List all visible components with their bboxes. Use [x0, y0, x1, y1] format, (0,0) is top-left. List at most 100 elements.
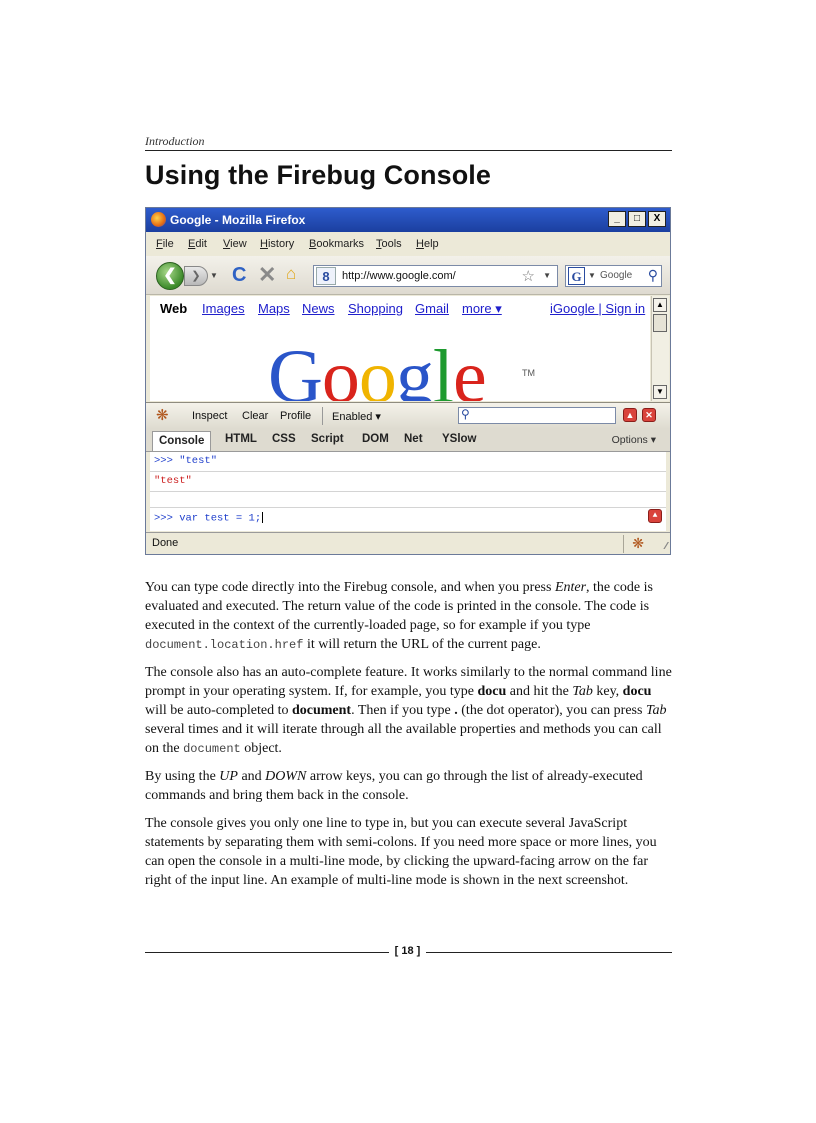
nav-images-link[interactable]: Images: [202, 301, 245, 316]
console-input-line[interactable]: >>> var test = 1;: [154, 512, 264, 524]
tab-net[interactable]: Net: [404, 433, 423, 445]
text-run: and hit the: [506, 684, 573, 699]
text-run: key,: [592, 684, 623, 699]
bold-document: document: [291, 703, 352, 718]
emphasis-down: DOWN: [265, 769, 307, 784]
scroll-down-icon[interactable]: ▼: [653, 385, 667, 399]
firebug-search-input[interactable]: ⚲: [458, 407, 616, 424]
header-rule: [145, 150, 672, 151]
text-run: will be auto-completed to: [145, 703, 292, 718]
nav-shopping-link[interactable]: Shopping: [348, 301, 403, 316]
running-head: Introduction: [145, 134, 205, 148]
home-icon[interactable]: ⌂: [286, 264, 296, 284]
code-document-location-href: document.location.href: [145, 638, 304, 652]
maximize-button[interactable]: □: [628, 211, 646, 227]
google-logo: Google: [268, 334, 487, 401]
logo-letter: g: [395, 335, 434, 401]
firefox-icon: [151, 212, 166, 227]
menu-view[interactable]: View: [223, 238, 247, 250]
menu-file[interactable]: File: [156, 238, 174, 250]
emphasis-tab: Tab: [645, 703, 667, 718]
menu-history[interactable]: History: [260, 238, 294, 250]
navigation-toolbar: ❮ ❯ ▼ C ✕ ⌂ 8 http://www.google.com/ ☆ ▼…: [146, 256, 670, 295]
menu-edit[interactable]: Edit: [188, 238, 207, 250]
window-title: Google - Mozilla Firefox: [170, 213, 306, 227]
nav-news-link[interactable]: News: [302, 301, 335, 316]
logo-letter: l: [432, 335, 454, 401]
search-icon[interactable]: ⚲: [648, 267, 658, 284]
search-placeholder: Google: [600, 270, 633, 281]
stop-icon[interactable]: ✕: [258, 262, 276, 288]
profile-button[interactable]: Profile: [280, 410, 311, 422]
enabled-dropdown[interactable]: Enabled ▾: [332, 410, 381, 423]
window-buttons: _ □ X: [608, 211, 666, 227]
page-number: [ 18 ]: [394, 945, 421, 957]
firefox-screenshot: Google - Mozilla Firefox _ □ X File Edit…: [145, 207, 671, 555]
chapter-title: Using the Firebug Console: [145, 160, 492, 190]
tab-yslow[interactable]: YSlow: [442, 433, 477, 445]
status-text: Done: [152, 537, 179, 549]
tab-dom[interactable]: DOM: [362, 433, 389, 445]
logo-trademark: TM: [522, 368, 535, 378]
back-button[interactable]: ❮: [156, 262, 184, 290]
text-run: . Then if you type: [351, 703, 455, 718]
tab-html[interactable]: HTML: [225, 433, 257, 445]
text-run: and: [237, 769, 266, 784]
search-input[interactable]: G ▼ Google ⚲: [565, 265, 662, 287]
search-engine-dropdown-icon[interactable]: ▼: [588, 271, 596, 280]
url-input[interactable]: 8 http://www.google.com/ ☆ ▼: [313, 265, 558, 287]
footer-rule-left: [145, 952, 389, 953]
text-run: (the dot operator), you can press: [457, 703, 646, 718]
toolbar-separator: [322, 407, 323, 425]
status-separator: [623, 535, 624, 553]
logo-letter: e: [453, 335, 487, 401]
minimize-button[interactable]: _: [608, 211, 626, 227]
firebug-status-icon[interactable]: ❋: [632, 535, 644, 552]
firebug-icon[interactable]: ❋: [156, 406, 169, 424]
reload-icon[interactable]: C: [232, 264, 246, 287]
console-panel: >>> "test" "test" >>> var test = 1; ▲: [150, 452, 666, 531]
clear-button[interactable]: Clear: [242, 410, 268, 422]
tab-script[interactable]: Script: [311, 433, 344, 445]
url-dropdown-icon[interactable]: ▼: [543, 271, 551, 280]
menu-tools[interactable]: Tools: [376, 238, 402, 250]
close-firebug-icon[interactable]: ✕: [642, 408, 656, 422]
firebug-tabs: Console HTML CSS Script DOM Net YSlow Op…: [146, 429, 670, 452]
paragraph-4: The console gives you only one line to t…: [145, 816, 657, 888]
tab-console[interactable]: Console: [152, 431, 212, 451]
detach-icon[interactable]: ▲: [623, 408, 637, 422]
console-divider: [150, 491, 666, 492]
logo-letter: o: [321, 335, 360, 401]
search-engine-icon[interactable]: G: [568, 267, 585, 285]
bold-docu: docu: [477, 684, 507, 699]
logo-letter: o: [358, 335, 397, 401]
page-content: Web Images Maps News Shopping Gmail more…: [150, 296, 650, 401]
nav-more-link[interactable]: more ▾: [462, 301, 502, 317]
tab-css[interactable]: CSS: [272, 433, 296, 445]
options-menu[interactable]: Options ▾: [612, 434, 656, 446]
expand-multiline-icon[interactable]: ▲: [648, 509, 662, 523]
url-text: http://www.google.com/: [342, 270, 456, 282]
menu-bookmarks[interactable]: Bookmarks: [309, 238, 364, 250]
status-bar: Done ❋ ⁄⁄⁄: [146, 532, 670, 554]
menu-help[interactable]: Help: [416, 238, 439, 250]
nav-igoogle-signin-link[interactable]: iGoogle | Sign in: [550, 301, 645, 316]
console-input[interactable]: >>> var test = 1;: [154, 512, 261, 524]
page-scrollbar[interactable]: ▲ ▼: [651, 296, 669, 401]
paragraph-3: By using the UP and DOWN arrow keys, you…: [145, 767, 672, 805]
scroll-up-icon[interactable]: ▲: [653, 298, 667, 312]
footer-rule-right: [426, 952, 672, 953]
bookmark-star-icon[interactable]: ☆: [522, 267, 535, 285]
scroll-thumb[interactable]: [653, 314, 667, 332]
nav-maps-link[interactable]: Maps: [258, 301, 290, 316]
forward-button[interactable]: ❯: [184, 266, 208, 286]
text-run: By using the: [145, 769, 220, 784]
close-button[interactable]: X: [648, 211, 666, 227]
history-dropdown-icon[interactable]: ▼: [210, 271, 218, 280]
text-caret: [262, 512, 264, 523]
emphasis-tab: Tab: [572, 684, 593, 699]
firebug-toolbar: ❋ Inspect Clear Profile Enabled ▾ ⚲ ▲ ✕: [146, 402, 670, 429]
nav-gmail-link[interactable]: Gmail: [415, 301, 449, 316]
console-command: >>> "test": [154, 455, 218, 467]
inspect-button[interactable]: Inspect: [192, 410, 227, 422]
